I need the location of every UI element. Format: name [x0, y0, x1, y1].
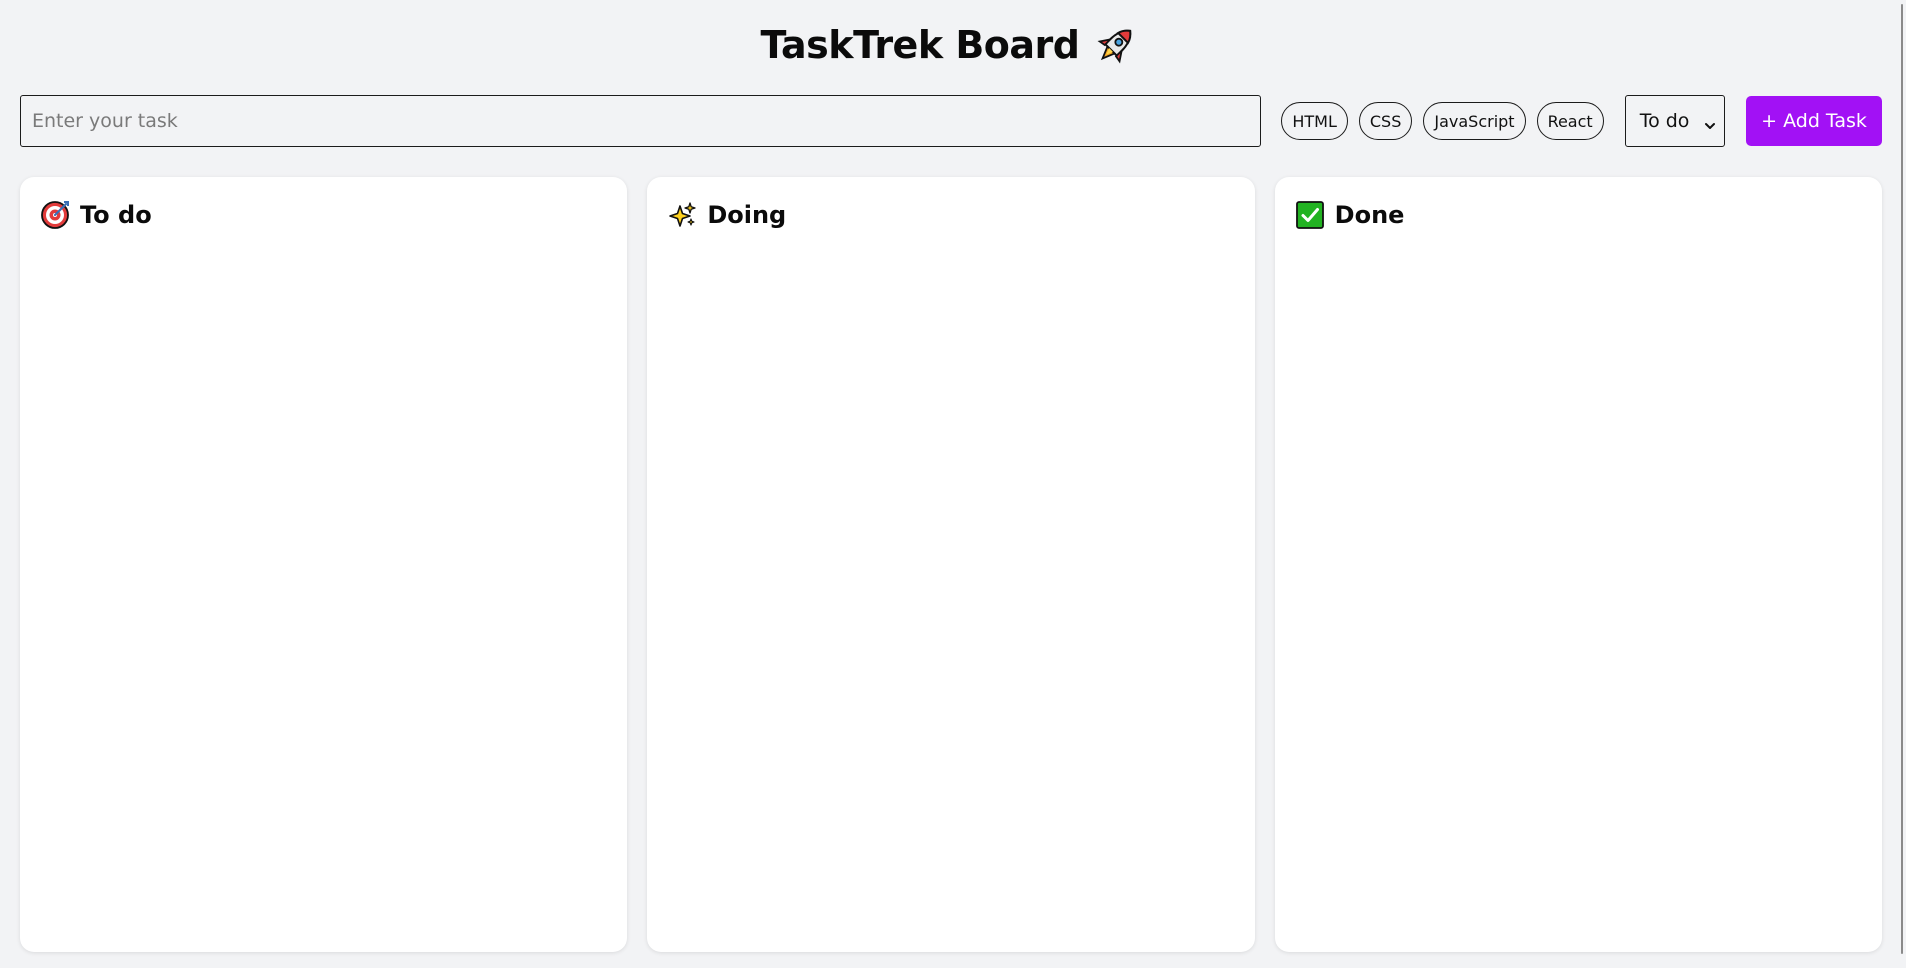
tag-list: HTML CSS JavaScript React	[1281, 102, 1614, 140]
tag-javascript[interactable]: JavaScript	[1423, 102, 1526, 140]
column-doing[interactable]: Doing	[647, 177, 1255, 952]
column-header: To do	[40, 199, 607, 231]
task-input[interactable]	[20, 95, 1262, 147]
task-toolbar: HTML CSS JavaScript React To do + Add Ta…	[20, 95, 1882, 147]
status-select[interactable]: To do	[1624, 95, 1726, 147]
tag-css[interactable]: CSS	[1358, 102, 1413, 140]
column-title: To do	[80, 201, 152, 229]
target-icon	[40, 200, 70, 230]
column-header: Doing	[667, 199, 1234, 231]
column-todo[interactable]: To do	[20, 177, 628, 952]
scrollbar-thumb[interactable]	[1901, 4, 1903, 954]
chevron-down-icon	[1704, 115, 1716, 129]
column-title: Doing	[707, 201, 787, 229]
kanban-board: To do Doing Done	[20, 177, 1882, 952]
tag-html[interactable]: HTML	[1281, 102, 1348, 140]
rocket-icon	[1093, 22, 1139, 68]
page-title: TaskTrek Board	[760, 23, 1080, 67]
column-title: Done	[1334, 201, 1405, 229]
sparkles-icon	[667, 200, 697, 230]
app: TaskTrek Board HTML CSS JavaScript Reac	[0, 0, 1906, 968]
column-done[interactable]: Done	[1274, 177, 1882, 952]
add-task-button[interactable]: + Add Task	[1746, 96, 1882, 146]
column-header: Done	[1295, 199, 1862, 231]
status-select-value: To do	[1639, 110, 1690, 132]
tag-react[interactable]: React	[1536, 102, 1604, 140]
page-header: TaskTrek Board	[0, 20, 1900, 70]
page-scrollbar[interactable]	[1900, 0, 1906, 968]
check-mark-icon	[1295, 200, 1325, 230]
